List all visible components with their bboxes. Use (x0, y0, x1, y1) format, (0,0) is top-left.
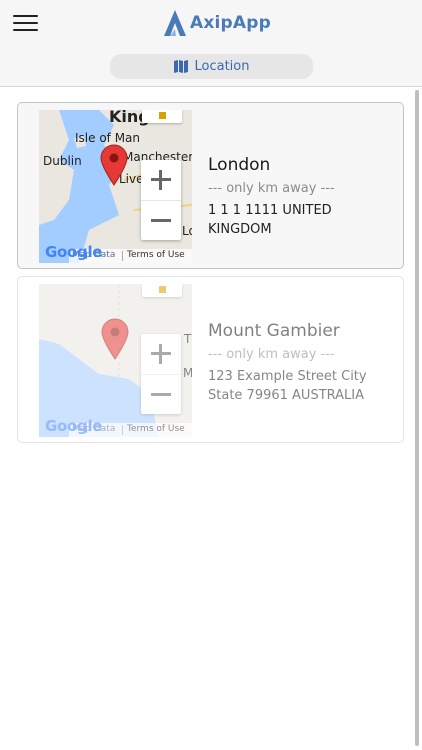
zoom-controls (141, 160, 181, 240)
zoom-in-button[interactable] (141, 334, 181, 374)
zoom-out-button[interactable] (141, 374, 181, 414)
location-card-mount-gambier[interactable]: T M Map Data Terms of Use Google Mount G… (17, 276, 404, 443)
map-label: Isle of Man (75, 131, 141, 145)
location-info: London --- only km away --- 1 1 1 1111 U… (208, 155, 398, 239)
location-distance: --- only km away --- (208, 347, 335, 362)
zoom-in-button[interactable] (141, 160, 181, 200)
location-address: 123 Example Street City State 79961 AUST… (208, 369, 367, 403)
google-logo: Google (45, 243, 103, 261)
map-mount-gambier[interactable]: T M Map Data Terms of Use Google (39, 284, 192, 437)
google-logo: Google (45, 417, 103, 435)
location-button[interactable]: Location (110, 54, 313, 79)
map-marker-icon[interactable] (100, 144, 128, 186)
map-icon (173, 60, 188, 73)
map-label: T (184, 332, 192, 346)
location-distance: --- only km away --- (208, 181, 335, 196)
map-type-toggle[interactable] (142, 110, 182, 123)
zoom-controls (141, 334, 181, 414)
page-scrollbar[interactable] (415, 90, 419, 746)
map-label: M (183, 366, 192, 380)
terms-link[interactable]: Terms of Use (127, 250, 185, 260)
location-info: Mount Gambier --- only km away --- 123 E… (208, 321, 398, 405)
map-london[interactable]: King Isle of Man Dublin Manchester Liver… (39, 110, 192, 263)
location-address: 1 1 1 1111 UNITED KINGDOM (208, 203, 332, 237)
map-marker-icon[interactable] (101, 318, 129, 360)
location-name: London (208, 155, 271, 175)
map-type-toggle[interactable] (142, 284, 182, 297)
location-card-london[interactable]: King Isle of Man Dublin Manchester Liver… (17, 102, 404, 269)
zoom-out-button[interactable] (141, 200, 181, 240)
app-header: AxipApp Location (0, 0, 422, 87)
hamburger-icon[interactable] (13, 15, 38, 32)
logo-icon (164, 10, 186, 36)
terms-link[interactable]: Terms of Use (127, 424, 185, 434)
map-label: Dublin (43, 154, 82, 168)
location-label: Location (194, 59, 250, 74)
location-name: Mount Gambier (208, 321, 340, 341)
map-label: Lo (182, 224, 192, 238)
app-name: AxipApp (190, 13, 272, 33)
app-logo: AxipApp (163, 9, 271, 37)
